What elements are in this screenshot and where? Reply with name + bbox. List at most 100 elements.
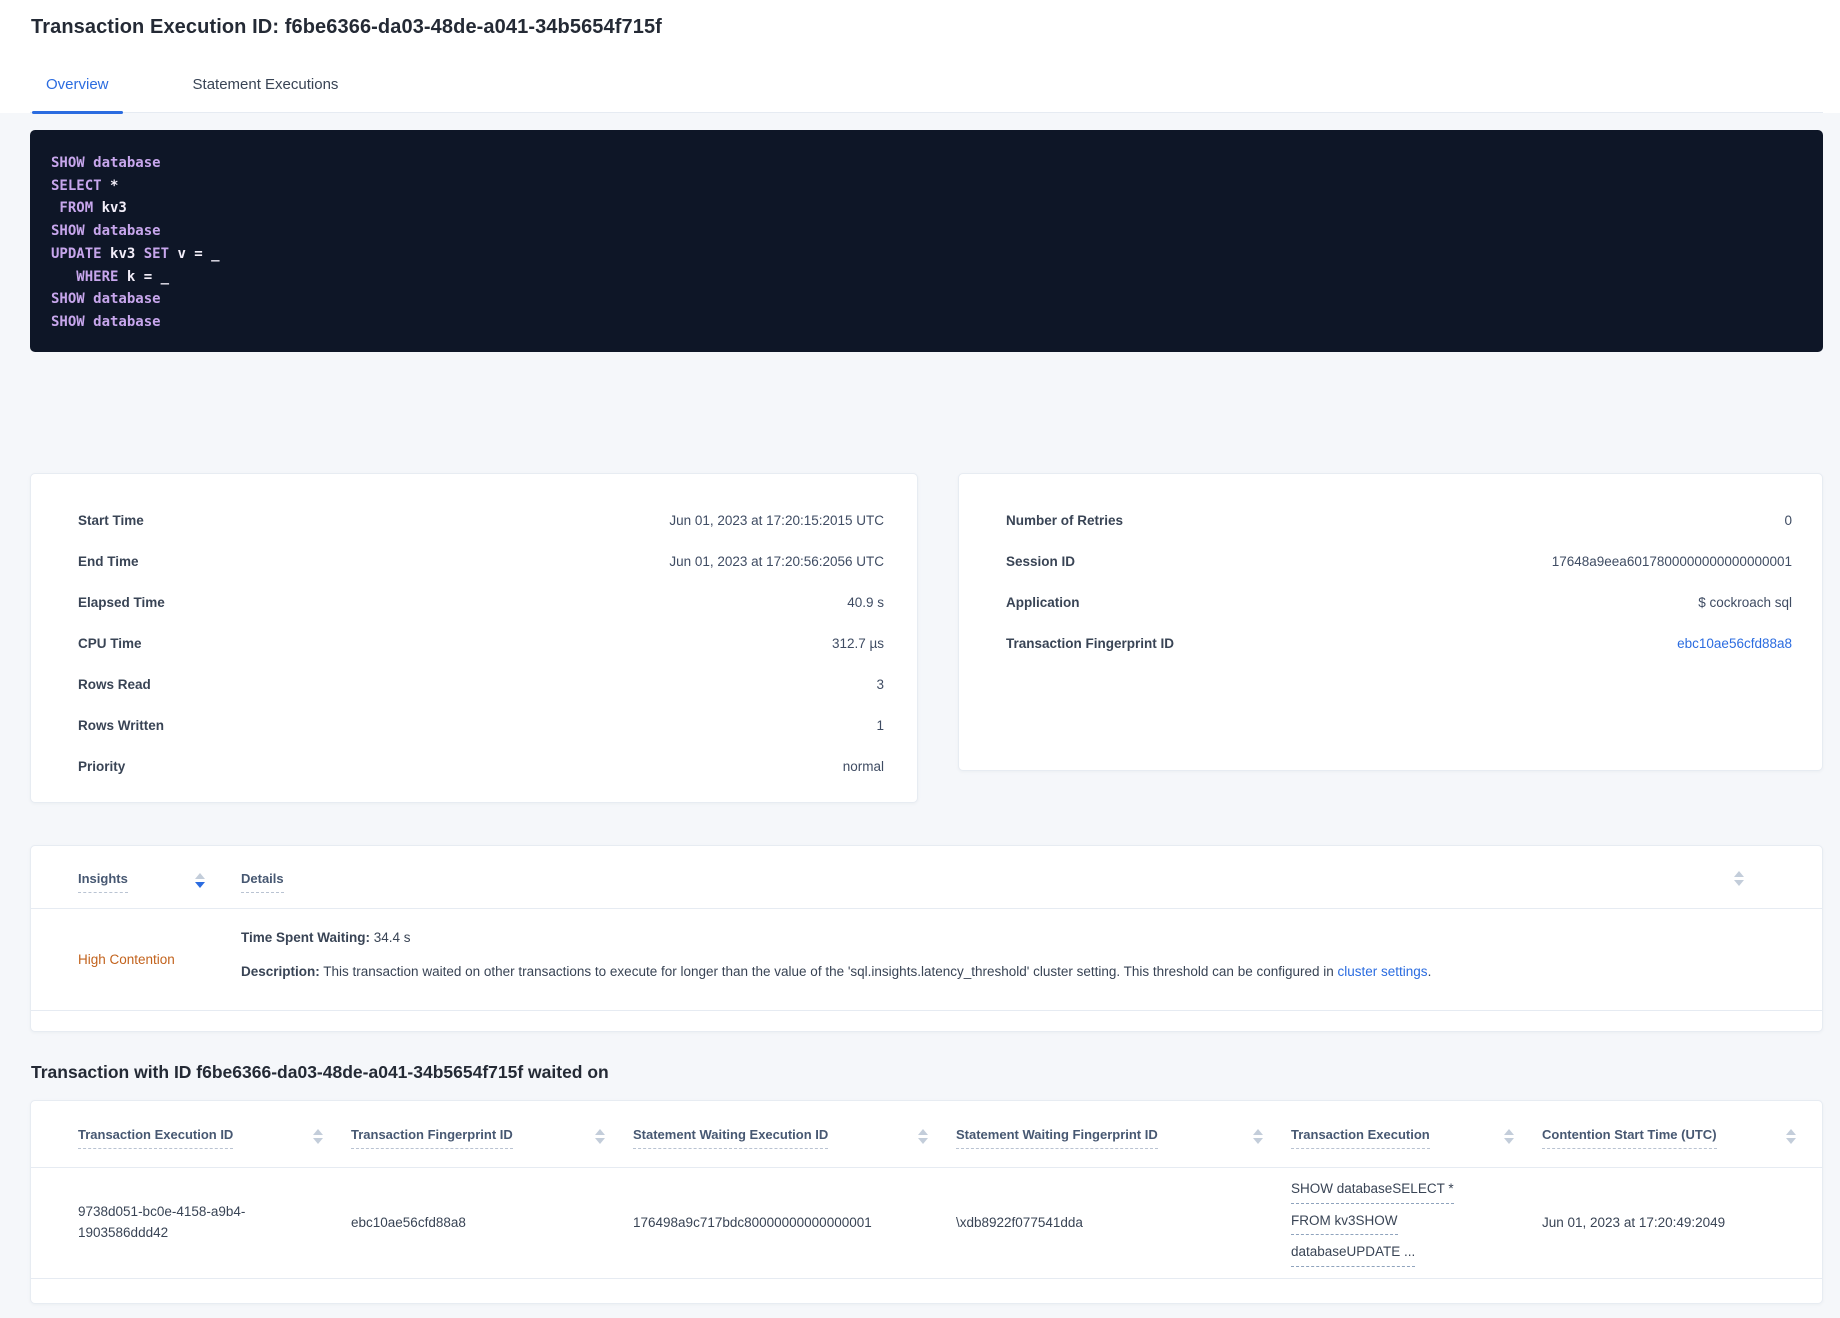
insights-table-header: Insights Details [31, 846, 1822, 909]
summary-row: Rows Read 3 [78, 664, 884, 705]
sort-arrows-icon[interactable] [1504, 1129, 1514, 1144]
summary-row: Priority normal [78, 746, 884, 787]
retries-label: Number of Retries [1006, 513, 1124, 528]
sort-arrows-icon[interactable] [595, 1129, 605, 1144]
session-id-value: 17648a9eea6017800000000000000001 [1551, 554, 1792, 569]
cpu-time-value: 312.7 µs [831, 636, 884, 651]
summary-card-session: Number of Retries 0 Session ID 17648a9ee… [958, 473, 1823, 771]
txn-fingerprint-label: Transaction Fingerprint ID [1006, 636, 1175, 651]
priority-value: normal [842, 759, 884, 774]
transaction-execution-link[interactable]: databaseUPDATE ... [1291, 1242, 1416, 1268]
summary-row: End Time Jun 01, 2023 at 17:20:56:2056 U… [78, 541, 884, 582]
insights-column-header: Insights [78, 871, 241, 893]
tab-bar: Overview Statement Executions [30, 70, 1823, 114]
priority-label: Priority [78, 759, 126, 774]
summary-row: Application $ cockroach sql [1006, 582, 1792, 623]
insight-type-cell: High Contention [78, 909, 241, 1010]
waited-on-heading: Transaction with ID f6be6366-da03-48de-a… [31, 1062, 609, 1082]
sort-arrows-icon[interactable] [1734, 871, 1744, 886]
details-sort-header[interactable]: Details [241, 871, 284, 893]
high-contention-badge: High Contention [78, 952, 175, 967]
insights-table-card: Insights Details High Contention Time Sp… [30, 845, 1823, 1032]
retries-value: 0 [1784, 513, 1792, 528]
summary-row: Transaction Fingerprint ID ebc10ae56cfd8… [1006, 623, 1792, 664]
sql-line: UPDATE kv3 SET v = _ [51, 243, 1802, 266]
elapsed-time-label: Elapsed Time [78, 595, 165, 610]
sql-line: WHERE k = _ [51, 266, 1802, 289]
cpu-time-label: CPU Time [78, 636, 142, 651]
column-header-transaction-fingerprint-id: Transaction Fingerprint ID [351, 1127, 633, 1167]
transaction-execution-link[interactable]: FROM kv3SHOW [1291, 1211, 1398, 1236]
sort-arrows-icon[interactable] [1253, 1129, 1263, 1144]
end-time-label: End Time [78, 554, 139, 569]
description-label: Description: [241, 964, 320, 979]
sql-keyword: SELECT [51, 177, 111, 194]
sql-line: SHOW database [51, 288, 1802, 311]
sql-keyword: SHOW database [51, 291, 161, 308]
sort-arrows-icon[interactable] [918, 1129, 928, 1144]
cell-statement-waiting-execution-id: 176498a9c717bdc80000000000000001 [633, 1214, 872, 1230]
sql-keyword: SHOW database [51, 155, 161, 171]
rows-read-value: 3 [876, 677, 884, 692]
transaction-execution-link[interactable]: SHOW databaseSELECT * [1291, 1179, 1454, 1204]
sql-identifier: k = _ [126, 268, 170, 285]
summary-row: Start Time Jun 01, 2023 at 17:20:15:2015… [78, 500, 884, 541]
column-header-transaction-execution: Transaction Execution [1291, 1127, 1542, 1167]
start-time-label: Start Time [78, 513, 144, 528]
cluster-settings-link[interactable]: cluster settings [1338, 964, 1428, 979]
column-label[interactable]: Statement Waiting Execution ID [633, 1127, 829, 1149]
waiting-value: 34.4 s [370, 930, 411, 945]
sql-keyword: FROM [51, 200, 102, 217]
sql-line: SHOW database [51, 220, 1802, 243]
sort-arrows-icon[interactable] [313, 1129, 323, 1144]
rows-written-label: Rows Written [78, 718, 165, 733]
sql-line: SHOW database [51, 152, 1802, 175]
summary-card-times: Start Time Jun 01, 2023 at 17:20:15:2015… [30, 473, 918, 803]
sql-statements-box: SHOW database SELECT * FROM kv3 SHOW datab… [30, 130, 1823, 352]
insight-row: High Contention Time Spent Waiting: 34.4… [31, 909, 1822, 1011]
sql-identifier: v = _ [177, 245, 220, 262]
sort-arrows-icon[interactable] [1786, 1129, 1796, 1144]
summary-row: Rows Written 1 [78, 705, 884, 746]
column-label[interactable]: Transaction Execution [1291, 1127, 1430, 1149]
waited-on-table-row: 9738d051-bc0e-4158-a9b4-1903586ddd42 ebc… [31, 1168, 1822, 1279]
time-spent-waiting-line: Time Spent Waiting: 34.4 s [241, 928, 1762, 947]
transaction-details-page: Transaction Execution ID: f6be6366-da03-… [0, 0, 1840, 1318]
column-header-statement-waiting-execution-id: Statement Waiting Execution ID [633, 1127, 956, 1167]
txn-fingerprint-link[interactable]: ebc10ae56cfd88a8 [1677, 636, 1792, 651]
rows-read-label: Rows Read [78, 677, 151, 692]
sort-arrows-icon[interactable] [195, 873, 205, 888]
end-time-value: Jun 01, 2023 at 17:20:56:2056 UTC [669, 554, 884, 569]
column-label[interactable]: Statement Waiting Fingerprint ID [956, 1127, 1158, 1149]
application-label: Application [1006, 595, 1080, 610]
insights-sort-header[interactable]: Insights [78, 871, 128, 893]
tab-statement-executions[interactable]: Statement Executions [179, 70, 353, 112]
sql-identifier: kv3 [101, 200, 127, 217]
column-label[interactable]: Transaction Fingerprint ID [351, 1127, 513, 1149]
insight-details-cell: Time Spent Waiting: 34.4 s Description: … [241, 909, 1822, 1010]
page-header: Transaction Execution ID: f6be6366-da03-… [0, 0, 1840, 114]
sql-line: FROM kv3 [51, 197, 1802, 220]
tab-overview[interactable]: Overview [32, 70, 123, 114]
sql-keyword: WHERE [51, 268, 127, 285]
waited-on-table-header: Transaction Execution ID Transaction Fin… [31, 1101, 1822, 1168]
summary-row: Number of Retries 0 [1006, 500, 1792, 541]
sql-line: SELECT * [51, 175, 1802, 198]
waited-on-table-card: Transaction Execution ID Transaction Fin… [30, 1100, 1823, 1304]
description-text: This transaction waited on other transac… [319, 964, 1338, 979]
column-label[interactable]: Transaction Execution ID [78, 1127, 234, 1149]
sql-keyword: SHOW database [51, 313, 161, 330]
description-suffix: . [1427, 964, 1432, 979]
summary-row: Elapsed Time 40.9 s [78, 582, 884, 623]
elapsed-time-value: 40.9 s [847, 595, 884, 610]
cell-statement-waiting-fingerprint-id: \xdb8922f077541dda [956, 1214, 1083, 1230]
page-title: Transaction Execution ID: f6be6366-da03-… [31, 16, 662, 38]
cell-transaction-execution: SHOW databaseSELECT * FROM kv3SHOW datab… [1291, 1179, 1542, 1268]
description-line: Description: This transaction waited on … [241, 962, 1762, 981]
start-time-value: Jun 01, 2023 at 17:20:15:2015 UTC [669, 513, 884, 528]
summary-row: CPU Time 312.7 µs [78, 623, 884, 664]
cell-transaction-fingerprint-id: ebc10ae56cfd88a8 [351, 1214, 466, 1230]
column-header-transaction-execution-id: Transaction Execution ID [78, 1127, 351, 1167]
sql-identifier: kv3 [110, 245, 144, 262]
column-label[interactable]: Contention Start Time (UTC) [1542, 1127, 1717, 1149]
